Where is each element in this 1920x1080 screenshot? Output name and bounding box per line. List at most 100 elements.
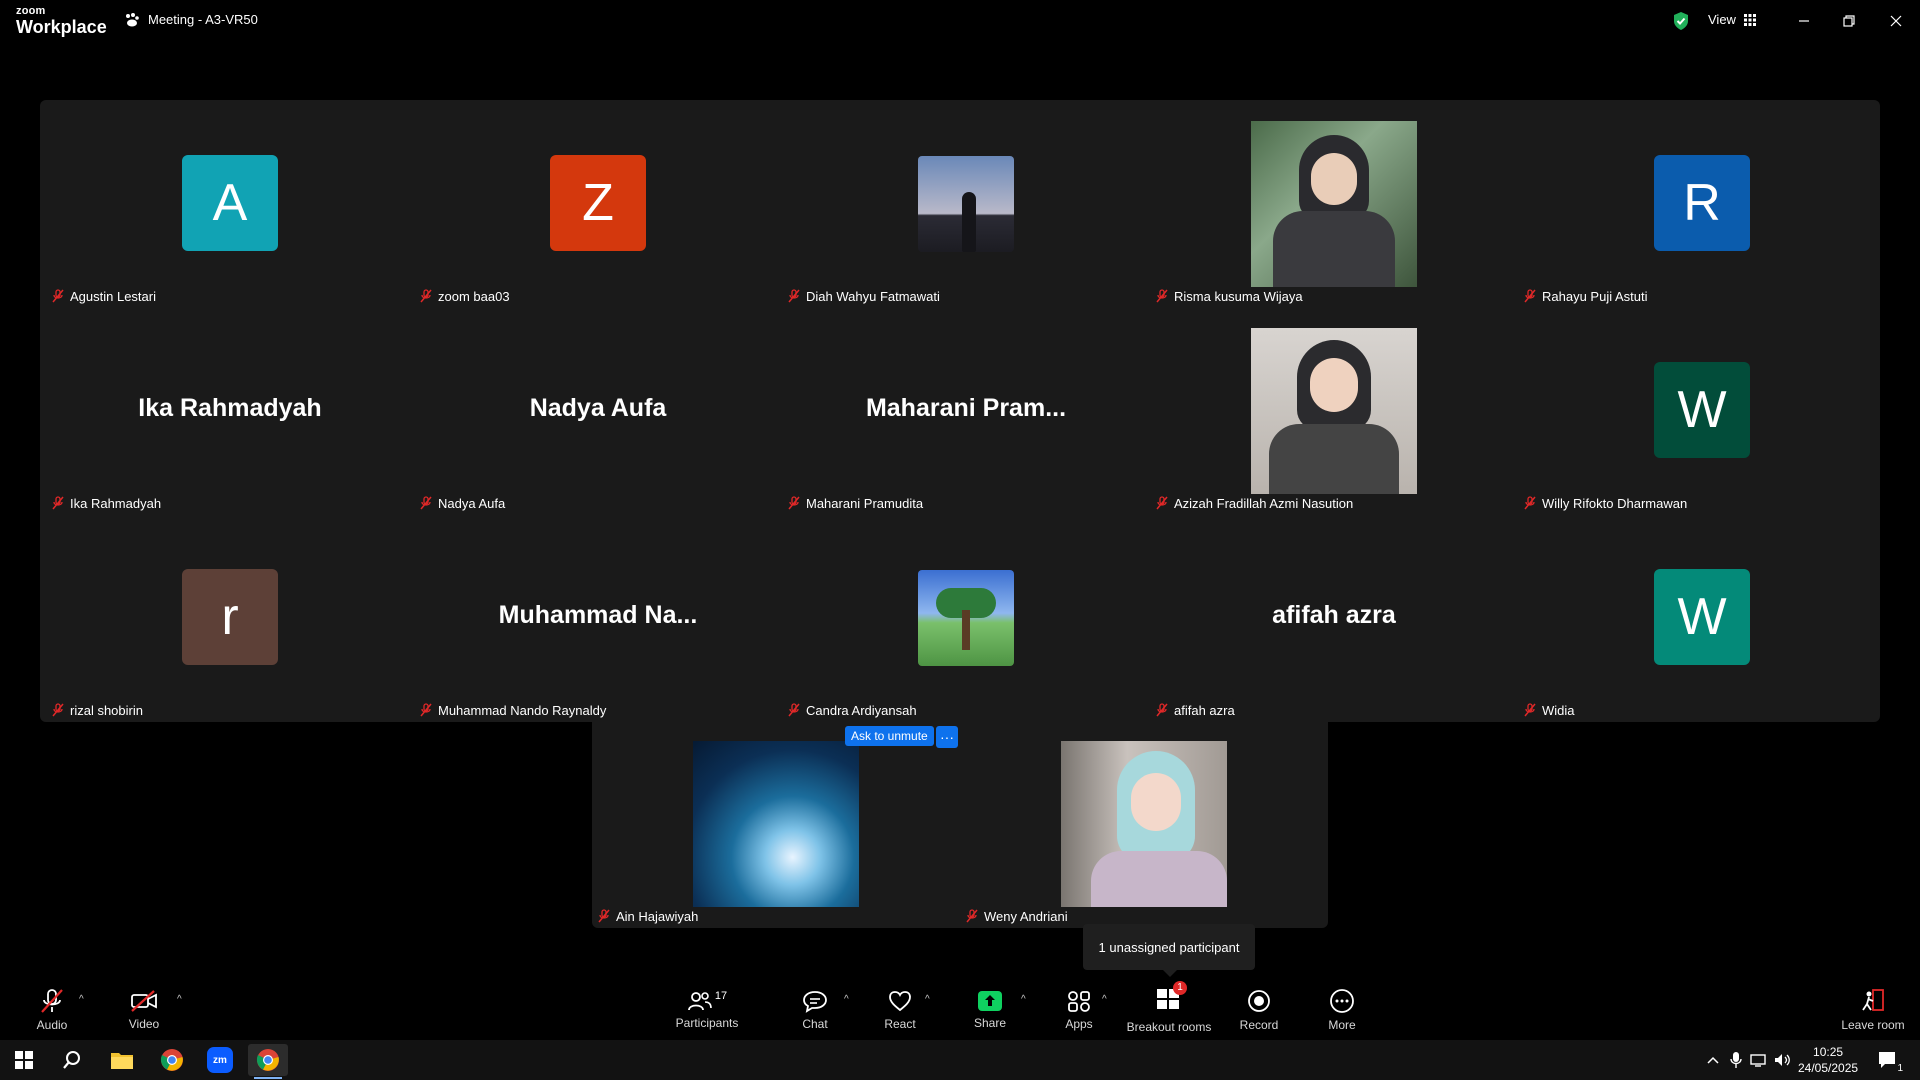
grid-icon (1743, 13, 1756, 26)
mic-muted-icon (1524, 703, 1536, 717)
share-options-chevron-icon[interactable]: ^ (1021, 994, 1026, 1005)
volume-icon[interactable] (1772, 1044, 1794, 1076)
microphone-tray-icon[interactable] (1725, 1044, 1747, 1076)
more-icon (1330, 989, 1354, 1013)
mic-muted-icon (788, 496, 800, 510)
restore-icon[interactable] (1838, 10, 1860, 32)
apps-icon (1068, 991, 1090, 1012)
avatar-initial: r (221, 588, 239, 646)
participant-tile[interactable]: afifah azra afifah azra (1150, 514, 1518, 721)
breakout-rooms-button[interactable]: 1 Breakout rooms (1123, 980, 1215, 1040)
participant-name: Rahayu Puji Astuti (1542, 288, 1648, 304)
more-button[interactable]: More (1322, 980, 1362, 1040)
participant-tile[interactable]: W Widia (1518, 514, 1886, 721)
participant-tile[interactable]: Nadya Aufa Nadya Aufa (414, 307, 782, 514)
mic-muted-icon (788, 289, 800, 303)
share-button[interactable]: Share (970, 980, 1010, 1040)
notifications-icon[interactable]: 1 (1868, 1044, 1908, 1076)
active-app-indicator (254, 1077, 282, 1079)
mic-muted-icon (52, 703, 64, 717)
zoom-logo: zoom Workplace (16, 6, 107, 37)
participant-tile[interactable]: r rizal shobirin (46, 514, 414, 721)
participant-name: afifah azra (1174, 702, 1235, 718)
chrome-icon[interactable] (152, 1044, 192, 1076)
participant-name-tag: Maharani Pramudita (788, 492, 923, 514)
chrome-active-icon[interactable] (248, 1044, 288, 1076)
participant-video (1251, 328, 1417, 494)
mic-muted-icon (1156, 703, 1168, 717)
tile-more-options-button[interactable]: ··· (936, 726, 958, 748)
mic-muted-icon (966, 909, 978, 923)
participants-button[interactable]: 17 Participants (672, 980, 742, 1040)
video-gallery: A Agustin Lestari Zzoom baa03 Diah Wahyu Fa… (40, 100, 1880, 722)
record-button[interactable]: Record (1238, 980, 1280, 1040)
participant-tile[interactable]: Muhammad Na... Muhammad Nando Raynaldy (414, 514, 782, 721)
zoom-app-icon[interactable]: zm (200, 1044, 240, 1076)
notification-count: 1 (1896, 1063, 1904, 1074)
network-icon[interactable] (1748, 1044, 1770, 1076)
heart-icon (889, 991, 911, 1012)
participant-tile[interactable]: Zzoom baa03 (414, 100, 782, 307)
ask-to-unmute-button[interactable]: Ask to unmute (845, 726, 934, 746)
tray-chevron-up-icon[interactable] (1701, 1044, 1725, 1076)
participant-tile[interactable]: W Willy Rifokto Dharmawan (1518, 307, 1886, 514)
participant-name-tag: afifah azra (1156, 699, 1235, 721)
participant-display-name: Ika Rahmadyah (138, 394, 322, 422)
participant-name-tag: Risma kusuma Wijaya (1156, 285, 1303, 307)
react-options-chevron-icon[interactable]: ^ (925, 994, 930, 1005)
close-icon[interactable] (1885, 10, 1907, 32)
participant-tile[interactable]: Diah Wahyu Fatmawati (782, 100, 1150, 307)
participant-tile[interactable]: Azizah Fradillah Azmi Nasution (1150, 307, 1518, 514)
chat-options-chevron-icon[interactable]: ^ (844, 994, 849, 1005)
participant-name-tag: Diah Wahyu Fatmawati (788, 285, 940, 307)
video-button[interactable]: Video (124, 980, 164, 1040)
participant-tile[interactable]: Ain Hajawiyah (592, 720, 960, 927)
participants-count: 17 (714, 990, 728, 1002)
search-icon[interactable] (52, 1044, 92, 1076)
participant-display-name: Nadya Aufa (529, 394, 667, 422)
shield-icon[interactable] (1672, 11, 1690, 31)
chat-label: Chat (802, 1017, 828, 1031)
mic-muted-icon (1524, 289, 1536, 303)
participant-name: Widia (1542, 702, 1575, 718)
participant-tile[interactable]: R Rahayu Puji Astuti (1518, 100, 1886, 307)
participant-video (883, 121, 1049, 287)
participant-tile[interactable]: Ika Rahmadyah Ika Rahmadyah (46, 307, 414, 514)
apps-button[interactable]: Apps (1059, 980, 1099, 1040)
logo-line2: Workplace (16, 17, 107, 37)
avatar-initial: A (212, 174, 248, 232)
meeting-info[interactable]: Meeting - A3-VR50 (124, 12, 258, 27)
participant-video (693, 741, 859, 907)
meeting-title: Meeting - A3-VR50 (148, 12, 258, 27)
minimize-icon[interactable] (1793, 10, 1815, 32)
participant-avatar: W (1654, 569, 1750, 665)
file-explorer-icon[interactable] (102, 1044, 142, 1076)
participant-tile[interactable]: Risma kusuma Wijaya (1150, 100, 1518, 307)
participant-tile[interactable]: Weny Andriani (960, 720, 1328, 927)
participant-name: Weny Andriani (984, 908, 1068, 924)
participant-name-tag: Muhammad Nando Raynaldy (420, 699, 606, 721)
meeting-paw-icon (126, 12, 139, 26)
participant-tile[interactable]: Candra Ardiyansah (782, 514, 1150, 721)
apps-options-chevron-icon[interactable]: ^ (1102, 994, 1107, 1005)
participant-display-name: Maharani Pram... (865, 394, 1067, 422)
chat-button[interactable]: Chat (795, 980, 835, 1040)
video-options-chevron-icon[interactable]: ^ (177, 994, 182, 1005)
system-clock[interactable]: 10:25 24/05/2025 (1798, 1044, 1858, 1076)
react-button[interactable]: React (880, 980, 920, 1040)
participant-name: Muhammad Nando Raynaldy (438, 702, 607, 718)
participant-name-tag: Azizah Fradillah Azmi Nasution (1156, 492, 1353, 514)
participant-tile[interactable]: Maharani Pram... Maharani Pramudita (782, 307, 1150, 514)
audio-button[interactable]: Audio (32, 980, 72, 1040)
windows-start-icon[interactable] (4, 1044, 44, 1076)
participant-name-tag: Ika Rahmadyah (52, 492, 161, 514)
record-icon (1248, 990, 1270, 1012)
avatar-initial: R (1683, 174, 1721, 232)
react-label: React (884, 1017, 916, 1031)
view-button[interactable]: View (1708, 12, 1756, 27)
leave-room-button[interactable]: Leave room (1838, 980, 1908, 1040)
mic-muted-icon (598, 909, 610, 923)
participant-tile[interactable]: A Agustin Lestari (46, 100, 414, 307)
audio-options-chevron-icon[interactable]: ^ (79, 994, 84, 1005)
participant-name-tag: zoom baa03 (420, 285, 510, 307)
